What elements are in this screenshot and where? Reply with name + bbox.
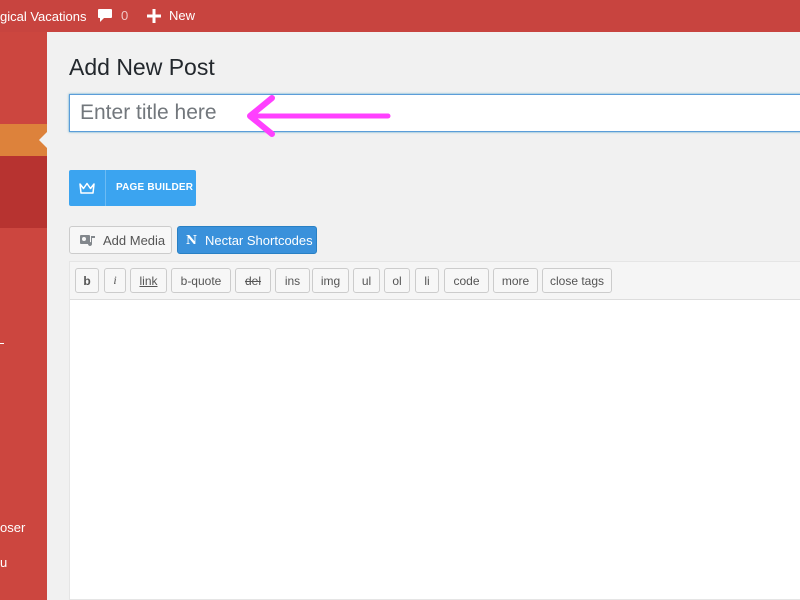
site-name-link[interactable]: gical Vacations bbox=[0, 9, 86, 24]
add-media-label: Add Media bbox=[103, 232, 166, 248]
quicktag-del-button[interactable]: del bbox=[235, 268, 271, 293]
post-title-input[interactable] bbox=[69, 94, 800, 132]
nectar-shortcodes-label: Nectar Shortcodes bbox=[204, 232, 313, 248]
quicktag-bold-button[interactable]: b bbox=[75, 268, 99, 293]
plus-icon bbox=[147, 8, 161, 23]
admin-bar: gical Vacations 0 New bbox=[0, 0, 800, 32]
nectar-shortcodes-button[interactable]: N Nectar Shortcodes bbox=[177, 226, 317, 254]
comment-icon bbox=[98, 9, 112, 22]
sidebar-item-oser[interactable]: oser bbox=[0, 520, 25, 535]
comments-count: 0 bbox=[121, 8, 129, 23]
sidebar-item-u[interactable]: u bbox=[0, 555, 7, 570]
admin-sidebar: oser u bbox=[0, 32, 47, 600]
editor-text-area[interactable] bbox=[70, 300, 800, 600]
post-editor: b i link b-quote del ins img ul ol li co… bbox=[69, 261, 800, 600]
comments-link[interactable]: 0 bbox=[97, 8, 128, 23]
quicktag-italic-button[interactable]: i bbox=[104, 268, 126, 293]
quicktag-code-button[interactable]: code bbox=[444, 268, 489, 293]
quicktag-bquote-button[interactable]: b-quote bbox=[171, 268, 231, 293]
add-media-button[interactable]: Add Media bbox=[69, 226, 172, 254]
quicktags-toolbar: b i link b-quote del ins img ul ol li co… bbox=[70, 262, 800, 300]
quicktag-ul-button[interactable]: ul bbox=[353, 268, 380, 293]
page-title: Add New Post bbox=[69, 54, 215, 80]
main-content: Add New Post PAGE BUILDER Add Media N Ne… bbox=[47, 32, 800, 600]
sidebar-submenu[interactable] bbox=[0, 156, 47, 228]
page-builder-button[interactable]: PAGE BUILDER bbox=[69, 170, 196, 206]
quicktag-li-button[interactable]: li bbox=[415, 268, 439, 293]
sidebar-item-posts-active[interactable] bbox=[0, 124, 47, 156]
page-builder-label: PAGE BUILDER bbox=[116, 182, 194, 193]
quicktag-img-button[interactable]: img bbox=[312, 268, 349, 293]
new-content-link[interactable]: New bbox=[147, 8, 195, 23]
quicktag-link-button[interactable]: link bbox=[130, 268, 167, 293]
crown-icon bbox=[69, 170, 106, 206]
nectar-n-icon: N bbox=[186, 233, 197, 247]
quicktag-close-tags-button[interactable]: close tags bbox=[542, 268, 612, 293]
quicktag-more-button[interactable]: more bbox=[493, 268, 538, 293]
quicktag-ins-button[interactable]: ins bbox=[275, 268, 310, 293]
sidebar-item-fragment bbox=[0, 343, 4, 344]
media-icon bbox=[80, 234, 95, 247]
quicktag-ol-button[interactable]: ol bbox=[384, 268, 410, 293]
new-label: New bbox=[169, 8, 196, 23]
